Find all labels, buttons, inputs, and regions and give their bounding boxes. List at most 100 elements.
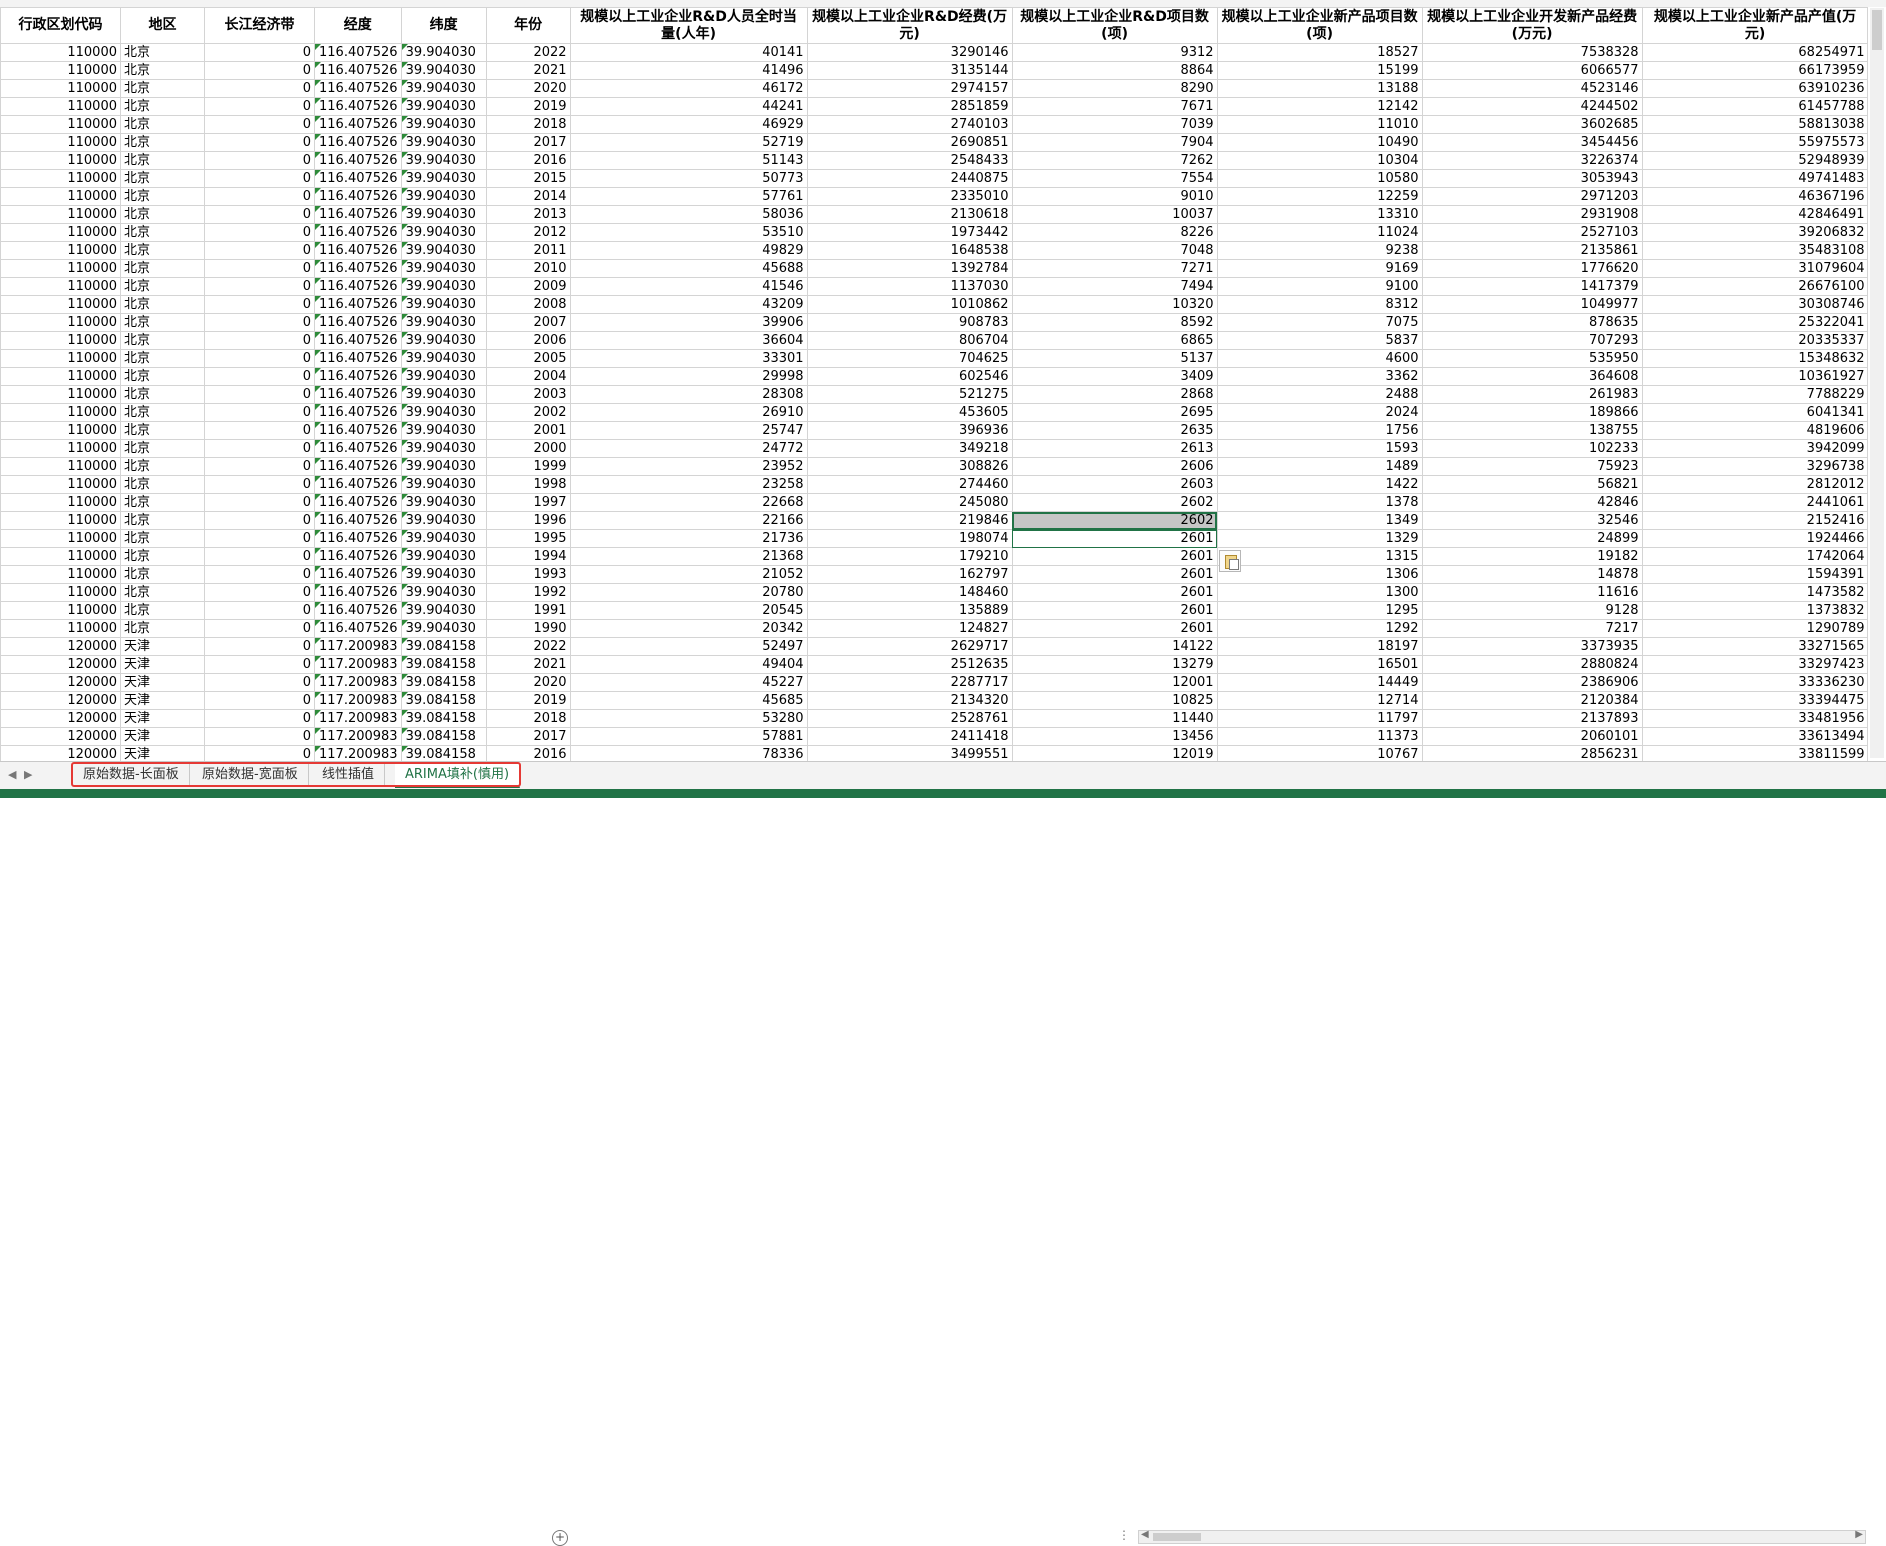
table-cell[interactable]: 0 <box>204 583 315 602</box>
table-cell[interactable]: 39.904030 <box>400 205 487 224</box>
table-cell[interactable]: 24899 <box>1421 529 1643 548</box>
table-cell[interactable]: 7554 <box>1011 169 1218 188</box>
table-cell[interactable]: 2548433 <box>806 151 1013 170</box>
table-cell[interactable]: 0 <box>204 187 315 206</box>
table-cell[interactable]: 908783 <box>806 313 1013 332</box>
table-cell[interactable]: 0 <box>204 493 315 512</box>
table-cell[interactable]: 39.904030 <box>400 349 487 368</box>
table-cell[interactable]: 1973442 <box>806 223 1013 242</box>
table-cell[interactable]: 2007 <box>485 313 571 332</box>
table-cell[interactable]: 43209 <box>569 295 808 314</box>
table-cell[interactable]: 110000 <box>0 79 121 98</box>
table-cell[interactable]: 北京 <box>120 97 205 116</box>
table-cell[interactable]: 0 <box>204 151 315 170</box>
table-cell[interactable]: 602546 <box>806 367 1013 386</box>
table-cell[interactable]: 7271 <box>1011 259 1218 278</box>
table-cell[interactable]: 116.407526 <box>314 115 402 134</box>
table-cell[interactable]: 北京 <box>120 313 205 332</box>
table-cell[interactable]: 天津 <box>120 709 205 728</box>
table-cell[interactable]: 261983 <box>1421 385 1643 404</box>
table-cell[interactable]: 39.904030 <box>400 547 487 566</box>
table-cell[interactable]: 北京 <box>120 331 205 350</box>
table-cell[interactable]: 39.904030 <box>400 529 487 548</box>
table-cell[interactable]: 2134320 <box>806 691 1013 710</box>
table-cell[interactable]: 北京 <box>120 439 205 458</box>
table-cell[interactable]: 39.904030 <box>400 79 487 98</box>
table-cell[interactable]: 219846 <box>806 511 1013 530</box>
table-cell[interactable]: 102233 <box>1421 439 1643 458</box>
table-cell[interactable]: 11373 <box>1216 727 1423 746</box>
column-header[interactable]: 规模以上工业企业开发新产品经费(万元) <box>1421 7 1643 44</box>
table-cell[interactable]: 52719 <box>569 133 808 152</box>
table-cell[interactable]: 北京 <box>120 259 205 278</box>
table-cell[interactable]: 110000 <box>0 43 121 62</box>
table-cell[interactable]: 116.407526 <box>314 205 402 224</box>
table-cell[interactable]: 116.407526 <box>314 277 402 296</box>
table-cell[interactable]: 2613 <box>1011 439 1218 458</box>
table-cell[interactable]: 55975573 <box>1641 133 1869 152</box>
table-cell[interactable]: 3362 <box>1216 367 1423 386</box>
table-cell[interactable]: 116.407526 <box>314 367 402 386</box>
table-cell[interactable]: 110000 <box>0 259 121 278</box>
vertical-scroll-thumb[interactable] <box>1872 10 1882 50</box>
table-cell[interactable]: 2020 <box>485 79 571 98</box>
table-cell[interactable]: 110000 <box>0 241 121 260</box>
table-cell[interactable]: 0 <box>204 655 315 674</box>
table-cell[interactable]: 1993 <box>485 565 571 584</box>
table-cell[interactable]: 7671 <box>1011 97 1218 116</box>
table-cell[interactable]: 39.904030 <box>400 331 487 350</box>
table-cell[interactable]: 0 <box>204 547 315 566</box>
table-cell[interactable]: 1998 <box>485 475 571 494</box>
table-cell[interactable]: 2690851 <box>806 133 1013 152</box>
table-cell[interactable]: 2601 <box>1011 619 1218 638</box>
table-cell[interactable]: 116.407526 <box>314 43 402 62</box>
table-cell[interactable]: 2851859 <box>806 97 1013 116</box>
table-cell[interactable]: 110000 <box>0 475 121 494</box>
table-cell[interactable]: 23952 <box>569 457 808 476</box>
table-cell[interactable]: 110000 <box>0 187 121 206</box>
table-cell[interactable]: 3290146 <box>806 43 1013 62</box>
table-cell[interactable]: 2488 <box>1216 385 1423 404</box>
table-cell[interactable]: 57761 <box>569 187 808 206</box>
table-cell[interactable]: 4819606 <box>1641 421 1869 440</box>
table-cell[interactable]: 1378 <box>1216 493 1423 512</box>
table-cell[interactable]: 58036 <box>569 205 808 224</box>
table-cell[interactable]: 39.904030 <box>400 169 487 188</box>
table-cell[interactable]: 39.904030 <box>400 133 487 152</box>
table-cell[interactable]: 0 <box>204 475 315 494</box>
table-cell[interactable]: 1010862 <box>806 295 1013 314</box>
table-cell[interactable]: 0 <box>204 277 315 296</box>
table-cell[interactable]: 116.407526 <box>314 241 402 260</box>
table-cell[interactable]: 2287717 <box>806 673 1013 692</box>
table-cell[interactable]: 1349 <box>1216 511 1423 530</box>
table-cell[interactable]: 北京 <box>120 403 205 422</box>
table-cell[interactable]: 110000 <box>0 169 121 188</box>
table-cell[interactable]: 8226 <box>1011 223 1218 242</box>
table-cell[interactable]: 2880824 <box>1421 655 1643 674</box>
table-cell[interactable]: 0 <box>204 97 315 116</box>
table-cell[interactable]: 0 <box>204 673 315 692</box>
table-cell[interactable]: 110000 <box>0 331 121 350</box>
table-cell[interactable]: 6865 <box>1011 331 1218 350</box>
table-cell[interactable]: 13188 <box>1216 79 1423 98</box>
table-cell[interactable]: 39.904030 <box>400 583 487 602</box>
table-cell[interactable]: 7788229 <box>1641 385 1869 404</box>
table-cell[interactable]: 北京 <box>120 349 205 368</box>
table-cell[interactable]: 13310 <box>1216 205 1423 224</box>
table-cell[interactable]: 1306 <box>1216 565 1423 584</box>
table-cell[interactable]: 116.407526 <box>314 457 402 476</box>
table-cell[interactable]: 11440 <box>1011 709 1218 728</box>
table-cell[interactable]: 116.407526 <box>314 151 402 170</box>
table-cell[interactable]: 2021 <box>485 61 571 80</box>
table-cell[interactable]: 2016 <box>485 151 571 170</box>
horizontal-scroll-thumb[interactable] <box>1153 1533 1201 1541</box>
table-cell[interactable]: 110000 <box>0 583 121 602</box>
table-cell[interactable]: 40141 <box>569 43 808 62</box>
table-cell[interactable]: 1137030 <box>806 277 1013 296</box>
column-header[interactable]: 规模以上工业企业R&D项目数(项) <box>1011 7 1218 44</box>
table-cell[interactable]: 39906 <box>569 313 808 332</box>
table-cell[interactable]: 116.407526 <box>314 619 402 638</box>
table-cell[interactable]: 11010 <box>1216 115 1423 134</box>
table-cell[interactable]: 39.904030 <box>400 223 487 242</box>
horizontal-scrollbar[interactable]: ◀ ▶ <box>1138 1529 1866 1544</box>
